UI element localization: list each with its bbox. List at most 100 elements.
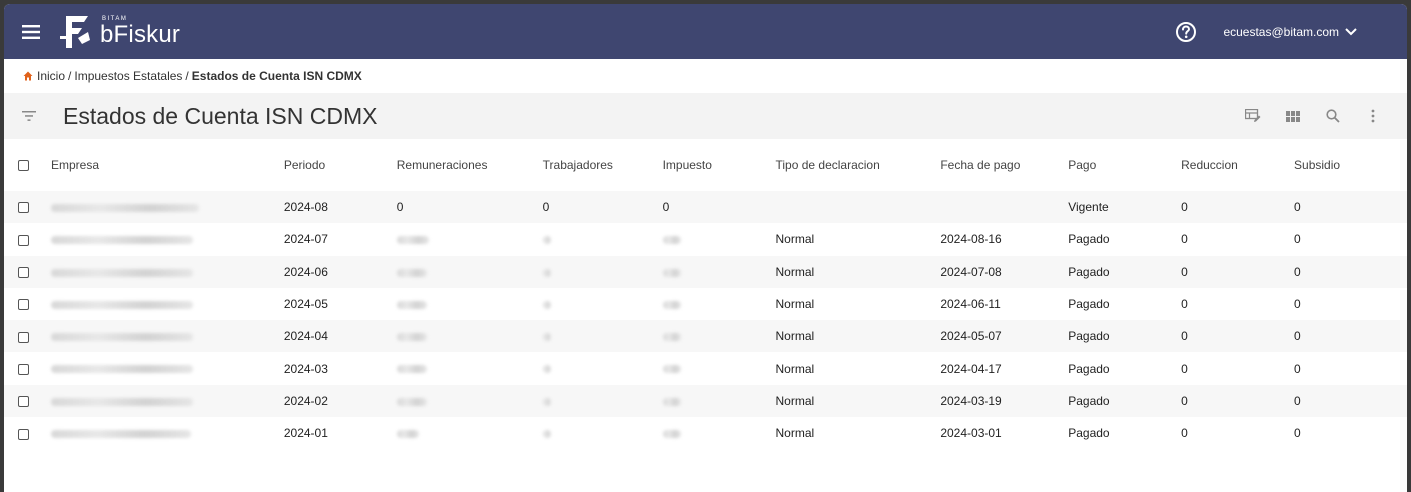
table-row[interactable]: 2024-04 Normal 2024-05-07 Pagado 0 0: [4, 320, 1407, 353]
table-row[interactable]: 2024-03 Normal 2024-04-17 Pagado 0 0: [4, 352, 1407, 384]
cell-remuneraciones: [396, 256, 543, 288]
cell-fecha-pago: 2024-08-16: [940, 232, 1002, 247]
column-header-subsidio[interactable]: Subsidio: [1294, 139, 1407, 191]
home-icon: [23, 71, 33, 81]
cell-empresa: [50, 417, 284, 449]
breadcrumb-section-link[interactable]: Impuestos Estatales: [74, 69, 182, 83]
column-header-fecha-pago[interactable]: Fecha de pago: [940, 139, 1068, 191]
column-header-remuneraciones[interactable]: Remuneraciones: [397, 139, 543, 191]
table-header-row: Empresa Periodo Remuneraciones Trabajado…: [4, 139, 1407, 191]
redacted-value: [396, 268, 427, 277]
cell-trabajadores: [542, 256, 663, 288]
table-row[interactable]: 2024-06 Normal 2024-07-08 Pagado 0 0: [4, 255, 1407, 288]
user-email: ecuestas@bitam.com: [1223, 24, 1339, 39]
row-checkbox[interactable]: [18, 331, 29, 343]
cell-remuneraciones: 0: [396, 200, 404, 215]
cell-remuneraciones: [396, 288, 543, 320]
cell-pago: Pagado: [1068, 329, 1110, 344]
breadcrumb-separator: /: [185, 69, 189, 83]
redacted-value: [396, 300, 427, 309]
table-row[interactable]: 2024-08 0 0 0 Vigente 0 0: [4, 191, 1407, 224]
cell-subsidio: 0: [1294, 297, 1301, 312]
breadcrumb: Inicio / Impuestos Estatales / Estados d…: [4, 59, 1407, 93]
column-header-tipo-declaracion[interactable]: Tipo de declaracion: [775, 139, 940, 191]
redacted-value: [542, 397, 551, 406]
redacted-value: [396, 430, 419, 439]
cell-subsidio: 0: [1294, 329, 1301, 344]
row-checkbox[interactable]: [18, 299, 29, 311]
redacted-value: [396, 333, 427, 342]
cell-remuneraciones: [396, 320, 543, 352]
redacted-empresa: [50, 236, 193, 245]
help-icon[interactable]: [1175, 21, 1197, 43]
cell-fecha-pago: 2024-03-01: [940, 426, 1002, 441]
cell-fecha-pago: 2024-06-11: [940, 297, 1001, 312]
row-checkbox[interactable]: [18, 267, 29, 279]
edit-columns-button[interactable]: [1233, 109, 1273, 123]
redacted-value: [662, 268, 681, 277]
cell-periodo: 2024-01: [283, 426, 328, 441]
cell-subsidio: 0: [1294, 264, 1301, 279]
row-checkbox[interactable]: [18, 202, 29, 214]
redacted-empresa: [50, 268, 193, 277]
cell-impuesto: [662, 256, 776, 288]
cell-reduccion: 0: [1181, 297, 1188, 312]
select-all-checkbox[interactable]: [18, 160, 29, 172]
cell-subsidio: 0: [1294, 393, 1301, 408]
chevron-down-icon: [1345, 27, 1357, 35]
redacted-value: [396, 365, 427, 374]
redacted-value: [662, 300, 681, 309]
cell-pago: Pagado: [1068, 297, 1110, 312]
column-header-reduccion[interactable]: Reduccion: [1181, 139, 1294, 191]
row-checkbox[interactable]: [18, 234, 29, 246]
cell-trabajadores: 0: [542, 200, 550, 215]
user-menu[interactable]: ecuestas@bitam.com: [1223, 25, 1357, 39]
cell-impuesto: [662, 320, 776, 352]
cell-tipo-declaracion: Normal: [775, 264, 815, 279]
cell-reduccion: 0: [1181, 232, 1188, 247]
redacted-value: [542, 430, 551, 439]
table-row[interactable]: 2024-07 Normal 2024-08-16 Pagado 0 0: [4, 223, 1407, 255]
redacted-value: [542, 365, 551, 374]
redacted-empresa: [50, 365, 193, 374]
search-button[interactable]: [1313, 109, 1353, 123]
more-vertical-icon: [1371, 109, 1375, 123]
breadcrumb-home-link[interactable]: Inicio: [37, 69, 65, 83]
hamburger-menu-button[interactable]: [4, 4, 58, 59]
table-row[interactable]: 2024-02 Normal 2024-03-19 Pagado 0 0: [4, 384, 1407, 418]
cell-pago: Pagado: [1068, 426, 1110, 441]
brand-logo[interactable]: BITAM bFiskur: [58, 4, 180, 59]
column-view-button[interactable]: [1273, 110, 1313, 122]
more-options-button[interactable]: [1353, 109, 1393, 123]
cell-reduccion: 0: [1181, 264, 1188, 279]
row-checkbox[interactable]: [18, 428, 29, 440]
column-header-empresa[interactable]: Empresa: [51, 139, 284, 191]
cell-impuesto: 0: [662, 200, 670, 215]
column-header-periodo[interactable]: Periodo: [284, 139, 397, 191]
statements-table: Empresa Periodo Remuneraciones Trabajado…: [4, 139, 1407, 449]
cell-periodo: 2024-08: [283, 200, 328, 215]
cell-empresa: [50, 352, 284, 384]
filter-icon: [22, 111, 36, 121]
cell-empresa: [50, 385, 284, 417]
row-checkbox[interactable]: [18, 363, 29, 375]
cell-reduccion: 0: [1181, 200, 1188, 215]
cell-periodo: 2024-02: [283, 393, 328, 408]
column-header-trabajadores[interactable]: Trabajadores: [543, 139, 663, 191]
cell-fecha-pago: [940, 191, 1068, 223]
table-row[interactable]: 2024-01 Normal 2024-03-01 Pagado 0 0: [4, 417, 1407, 449]
cell-periodo: 2024-03: [283, 361, 328, 376]
brand-name: bFiskur: [100, 21, 181, 48]
cell-tipo-declaracion: Normal: [775, 297, 815, 312]
column-header-impuesto[interactable]: Impuesto: [663, 139, 776, 191]
filter-button[interactable]: [5, 111, 53, 121]
cell-subsidio: 0: [1294, 200, 1301, 215]
cell-impuesto: [662, 223, 776, 255]
redacted-value: [396, 236, 429, 245]
redacted-value: [542, 236, 551, 245]
table-row[interactable]: 2024-05 Normal 2024-06-11 Pagado 0 0: [4, 288, 1407, 320]
column-header-pago[interactable]: Pago: [1068, 139, 1181, 191]
row-checkbox[interactable]: [18, 396, 29, 408]
cell-reduccion: 0: [1181, 361, 1188, 376]
redacted-value: [542, 333, 551, 342]
